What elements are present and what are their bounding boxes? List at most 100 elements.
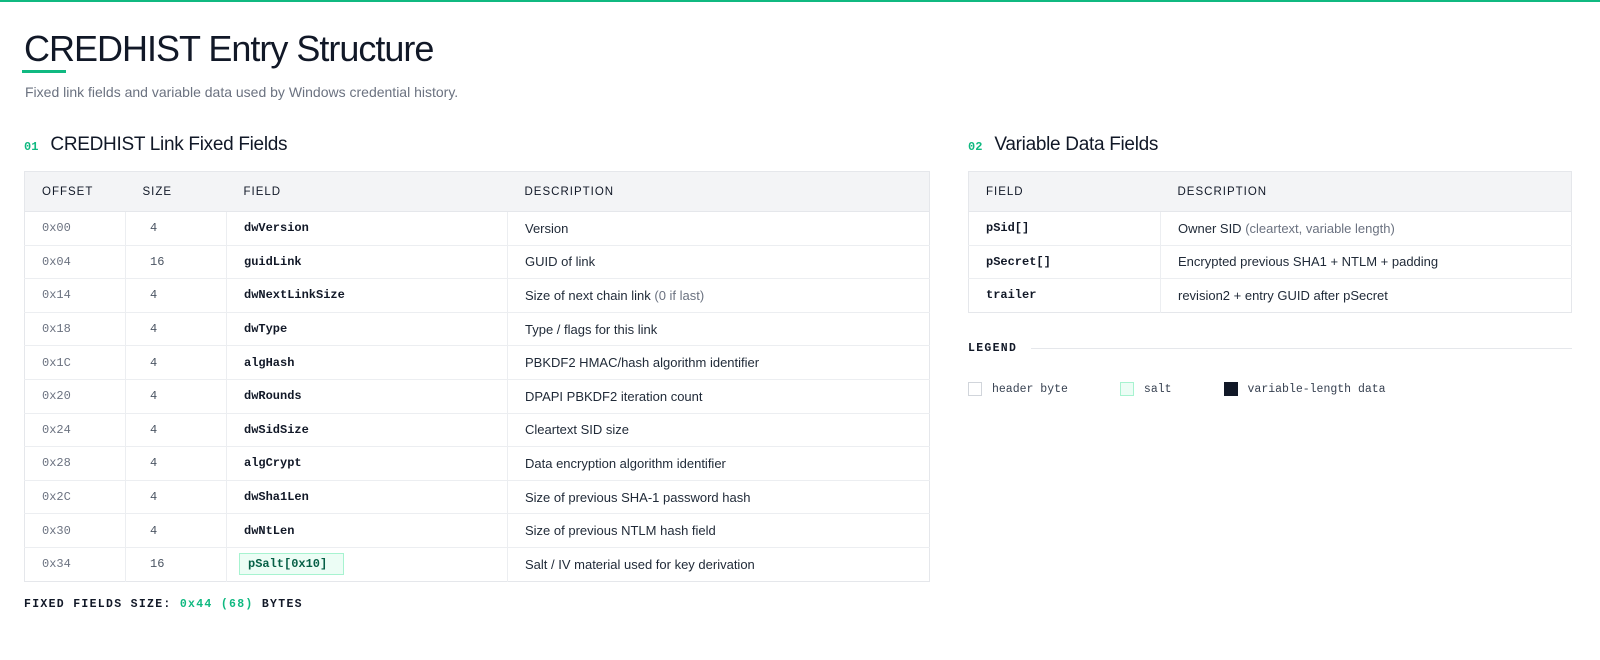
table-row-salt: 0x34 16 pSalt[0x10] Salt / IV material u… (25, 547, 930, 582)
fixed-fields-heading: 01 CREDHIST Link Fixed Fields (24, 134, 288, 156)
description-text: GUID of link (525, 254, 596, 270)
description-cell: GUID of link (507, 245, 930, 279)
fixed-fields-table: OFFSET SIZE FIELD DESCRIPTION 0x00 4 dwV… (24, 171, 930, 582)
offset-cell: 0x14 (42, 288, 71, 303)
field-cell: dwVersion (226, 211, 508, 246)
field-cell: pSalt[0x10] (226, 547, 508, 582)
size-cell: 4 (125, 379, 227, 414)
description-cell: revision2 + entry GUID after pSecret (1160, 278, 1572, 313)
offset-cell: 0x30 (42, 523, 71, 538)
field-cell: dwType (226, 312, 508, 346)
size-cell: 4 (125, 278, 227, 313)
size-cell: 4 (125, 513, 227, 548)
description-note: (cleartext, variable length) (1245, 220, 1395, 236)
field-cell: trailer (986, 288, 1037, 303)
description-cell: Type / flags for this link (507, 312, 930, 346)
field-cell: dwRounds (226, 379, 508, 414)
table-row: 0x14 4 dwNextLinkSize Size of next chain… (24, 278, 930, 313)
field-cell: dwSha1Len (226, 480, 508, 514)
table-row: 0x24 4 dwSidSize Cleartext SID size (24, 413, 930, 447)
description-cell: Size of previous SHA-1 password hash (507, 480, 930, 514)
table-row: 0x28 4 algCrypt Data encryption algorith… (24, 446, 930, 481)
field-cell: dwSidSize (226, 413, 508, 447)
column-header-size: SIZE (125, 171, 227, 212)
title-underline (22, 70, 66, 73)
size-cell: 4 (125, 211, 227, 246)
description-text: Type / flags for this link (525, 321, 658, 337)
salt-field-chip: pSalt[0x10] (239, 553, 345, 576)
offset-cell: 0x28 (42, 456, 71, 471)
size-cell: 4 (125, 480, 227, 514)
description-text: Cleartext SID size (525, 422, 630, 438)
column-header-offset: OFFSET (24, 171, 126, 212)
table-row: trailer revision2 + entry GUID after pSe… (969, 278, 1572, 313)
size-cell: 16 (125, 245, 227, 279)
description-cell: Cleartext SID size (507, 413, 930, 447)
top-accent-rule (0, 0, 1600, 2)
legend: header byte salt variable-length data (968, 382, 1438, 396)
description-cell: Data encryption algorithm identifier (507, 446, 930, 481)
description-text: Data encryption algorithm identifier (525, 455, 726, 471)
legend-divider (1031, 348, 1572, 349)
fixed-size-summary: FIXED FIELDS SIZE: 0x44 (68) BYTES (24, 598, 303, 611)
size-cell: 4 (125, 312, 227, 346)
column-header-field: FIELD (968, 171, 1161, 212)
description-text: PBKDF2 HMAC/hash algorithm identifier (525, 355, 760, 371)
column-header-field: FIELD (226, 171, 508, 212)
description-note: (0 if last) (654, 287, 705, 303)
description-cell: Owner SID (cleartext, variable length) (1160, 211, 1572, 246)
table-row: 0x2C 4 dwSha1Len Size of previous SHA-1 … (24, 480, 930, 514)
offset-cell: 0x18 (42, 322, 71, 337)
description-cell: Size of next chain link (0 if last) (507, 278, 930, 313)
field-cell: guidLink (226, 245, 508, 279)
table-header-row: FIELD DESCRIPTION (968, 171, 1572, 212)
description-cell: Encrypted previous SHA1 + NTLM + padding (1160, 245, 1572, 279)
offset-cell: 0x00 (42, 221, 71, 236)
summary-unit: BYTES (261, 598, 303, 611)
legend-label: variable-length data (1247, 382, 1386, 396)
legend-header: LEGEND (968, 342, 1572, 355)
table-row: 0x30 4 dwNtLen Size of previous NTLM has… (24, 513, 930, 548)
description-text: Size of previous SHA-1 password hash (525, 489, 751, 505)
field-cell: algCrypt (226, 446, 508, 481)
offset-cell: 0x24 (42, 422, 71, 437)
field-cell: pSid[] (986, 221, 1030, 236)
description-text: Encrypted previous SHA1 + NTLM + padding (1178, 254, 1439, 270)
summary-value: 0x44 (68) (179, 598, 254, 611)
description-text: DPAPI PBKDF2 iteration count (525, 388, 703, 404)
offset-cell: 0x34 (42, 557, 71, 572)
legend-label: salt (1143, 382, 1172, 396)
column-header-description: DESCRIPTION (1160, 171, 1572, 212)
description-cell: Version (507, 211, 930, 246)
legend-item-variable-length: variable-length data (1223, 382, 1386, 396)
table-row: pSecret[] Encrypted previous SHA1 + NTLM… (968, 245, 1572, 279)
description-text: revision2 + entry GUID after pSecret (1178, 287, 1388, 303)
table-row: pSid[] Owner SID (cleartext, variable le… (968, 211, 1572, 246)
description-cell: Size of previous NTLM hash field (507, 513, 930, 548)
table-row: 0x18 4 dwType Type / flags for this link (24, 312, 930, 346)
size-cell: 16 (125, 547, 227, 582)
size-cell: 4 (125, 413, 227, 447)
table-row: 0x20 4 dwRounds DPAPI PBKDF2 iteration c… (24, 379, 930, 414)
section-number: 01 (24, 140, 39, 154)
section-number: 02 (968, 140, 983, 154)
description-text: Size of previous NTLM hash field (525, 523, 716, 539)
page-title: CREDHIST Entry Structure (24, 28, 434, 69)
description-cell: DPAPI PBKDF2 iteration count (507, 379, 930, 414)
legend-item-salt: salt (1119, 382, 1172, 396)
summary-label: FIXED FIELDS SIZE: (24, 598, 172, 611)
description-text: Version (525, 220, 569, 236)
size-cell: 4 (125, 446, 227, 481)
field-cell: algHash (226, 345, 508, 380)
offset-cell: 0x20 (42, 389, 71, 404)
field-cell: pSecret[] (986, 254, 1051, 269)
field-cell: dwNextLinkSize (226, 278, 508, 313)
page-subtitle: Fixed link fields and variable data used… (25, 84, 459, 100)
description-cell: PBKDF2 HMAC/hash algorithm identifier (507, 345, 930, 380)
field-cell: dwNtLen (226, 513, 508, 548)
description-cell: Salt / IV material used for key derivati… (507, 547, 930, 582)
salt-swatch (1119, 382, 1134, 396)
section-title: CREDHIST Link Fixed Fields (50, 134, 288, 155)
legend-label: header byte (992, 382, 1068, 396)
table-row: 0x00 4 dwVersion Version (24, 211, 930, 246)
